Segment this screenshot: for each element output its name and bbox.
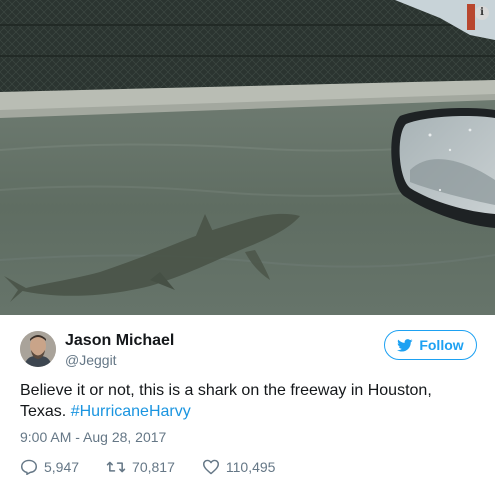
tweet-photo[interactable]: i <box>0 0 495 315</box>
tweet-timestamp[interactable]: 9:00 AM - Aug 28, 2017 <box>20 429 166 445</box>
tweet-text: Believe it or not, this is a shark on th… <box>20 380 480 422</box>
like-button[interactable]: 110,495 <box>202 459 276 475</box>
follow-button-label: Follow <box>419 337 464 353</box>
reply-icon <box>20 459 38 475</box>
author-name[interactable]: Jason Michael <box>65 332 174 350</box>
reply-count: 5,947 <box>44 459 80 475</box>
avatar[interactable] <box>20 331 56 367</box>
heart-icon <box>202 459 219 475</box>
reply-button[interactable]: 5,947 <box>20 459 79 475</box>
flooded-freeway-shark-photo <box>0 0 495 315</box>
avatar-photo <box>20 331 56 367</box>
media-info-icon[interactable]: i <box>475 6 489 20</box>
hashtag-link[interactable]: #HurricaneHarvy <box>71 403 191 420</box>
tweet-header: Jason Michael @Jeggit Follow <box>0 315 495 375</box>
retweet-count: 70,817 <box>132 459 175 475</box>
tweet-card: i Jason Michael @Jeggit Follow Believe i… <box>0 0 495 486</box>
like-count: 110,495 <box>225 459 276 475</box>
tweet-actions: 5,947 70,817 110,495 <box>20 457 302 477</box>
retweet-button[interactable]: 70,817 <box>106 459 175 475</box>
retweet-icon <box>106 461 126 473</box>
follow-button[interactable]: Follow <box>384 330 477 360</box>
twitter-bird-icon <box>397 338 413 352</box>
author-handle[interactable]: @Jeggit <box>65 352 117 368</box>
